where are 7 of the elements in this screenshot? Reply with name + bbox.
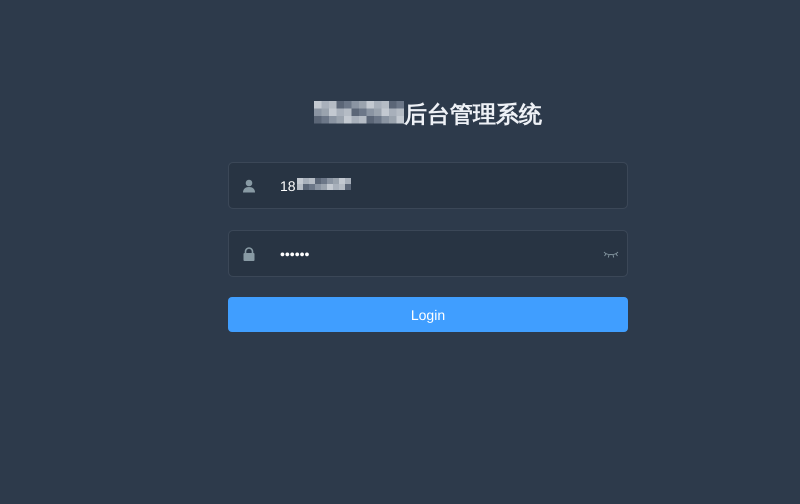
lock-icon — [242, 246, 256, 260]
user-icon — [242, 178, 256, 192]
username-value: 18 — [280, 178, 296, 194]
password-value: •••••• — [280, 246, 310, 262]
page-title: 后台管理系统 — [404, 100, 542, 130]
username-field[interactable]: 18 — [228, 162, 628, 209]
password-field[interactable]: •••••• — [228, 230, 628, 277]
